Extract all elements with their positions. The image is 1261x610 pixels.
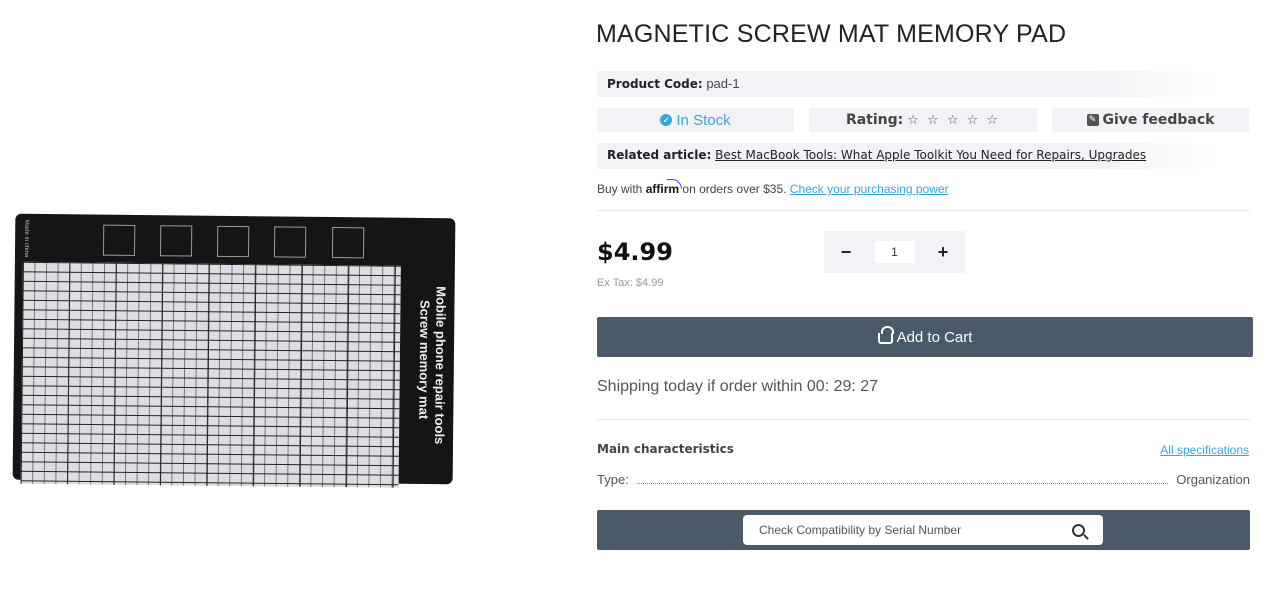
pencil-icon: ✎	[1086, 114, 1099, 126]
spec-label: Type:	[597, 472, 629, 487]
compatibility-search	[743, 515, 1103, 545]
rating[interactable]: Rating: ☆ ☆ ☆ ☆ ☆	[809, 108, 1037, 132]
mat-label-line1: Mobile phone repair tools	[432, 286, 449, 445]
divider	[597, 210, 1250, 211]
check-circle-icon: ✓	[660, 114, 673, 126]
shipping-text: Shipping today if order within	[597, 378, 803, 395]
add-to-cart-label: Add to Cart	[896, 328, 973, 346]
product-code-label: Product Code:	[607, 77, 703, 91]
mat-small-text: Made in china	[22, 219, 30, 258]
stock-label: In Stock	[676, 111, 731, 129]
quantity-stepper: − +	[824, 231, 965, 273]
search-icon[interactable]	[1072, 523, 1085, 537]
main-characteristics-heading: Main characteristics	[597, 442, 734, 456]
basket-icon	[877, 325, 894, 344]
serial-number-input[interactable]	[759, 523, 1072, 537]
spec-row: Type: Organization	[597, 472, 1250, 487]
affirm-logo: affirm	[645, 182, 680, 196]
check-purchasing-power-link[interactable]: Check your purchasing power	[790, 182, 949, 196]
divider	[597, 419, 1250, 420]
stock-status: ✓ In Stock	[597, 108, 794, 132]
quantity-input[interactable]	[874, 241, 915, 263]
shipping-timer: 00: 29: 27	[806, 378, 879, 395]
spec-value: Organization	[1176, 472, 1250, 487]
mat-square	[273, 226, 307, 258]
affirm-prefix: Buy with	[597, 182, 643, 196]
ex-tax-price: Ex Tax: $4.99	[597, 277, 664, 289]
quantity-increase-button[interactable]: +	[935, 242, 951, 263]
mat-label: Mobile phone repair tools Screw memory m…	[415, 286, 449, 446]
mat-square	[159, 225, 193, 257]
screw-mat-image: Made in china Mobile phone repair tools …	[12, 213, 456, 488]
mat-label-line2: Screw memory mat	[416, 299, 433, 420]
product-code-value: pad-1	[706, 76, 740, 91]
compatibility-bar	[597, 510, 1250, 550]
affirm-promo: Buy with affirm on orders over $35. Chec…	[597, 182, 949, 196]
shipping-countdown: Shipping today if order within 00: 29: 2…	[597, 378, 878, 396]
rating-label: Rating:	[845, 112, 904, 128]
add-to-cart-button[interactable]: Add to Cart	[597, 317, 1253, 357]
give-feedback-label: Give feedback	[1102, 112, 1215, 128]
mat-square	[216, 225, 250, 258]
product-image: Made in china Mobile phone repair tools …	[12, 212, 458, 488]
all-specifications-link[interactable]: All specifications	[1160, 443, 1249, 457]
give-feedback-button[interactable]: ✎ Give feedback	[1052, 108, 1249, 132]
spec-dots	[636, 483, 1169, 484]
related-article-bar: Related article: Best MacBook Tools: Wha…	[597, 143, 1217, 169]
product-title: MAGNETIC SCREW MAT MEMORY PAD	[596, 20, 1067, 48]
affirm-suffix: on orders over $35.	[682, 182, 787, 196]
related-article-label: Related article:	[607, 148, 712, 162]
star-icon[interactable]: ☆ ☆ ☆ ☆ ☆	[907, 113, 1000, 128]
price: $4.99	[597, 238, 673, 266]
mat-grid	[20, 261, 401, 488]
product-code-bar: Product Code: pad-1	[597, 71, 1217, 97]
mat-square	[102, 224, 136, 256]
quantity-decrease-button[interactable]: −	[838, 242, 854, 263]
mat-square	[331, 227, 365, 259]
related-article-link[interactable]: Best MacBook Tools: What Apple Toolkit Y…	[715, 148, 1146, 162]
